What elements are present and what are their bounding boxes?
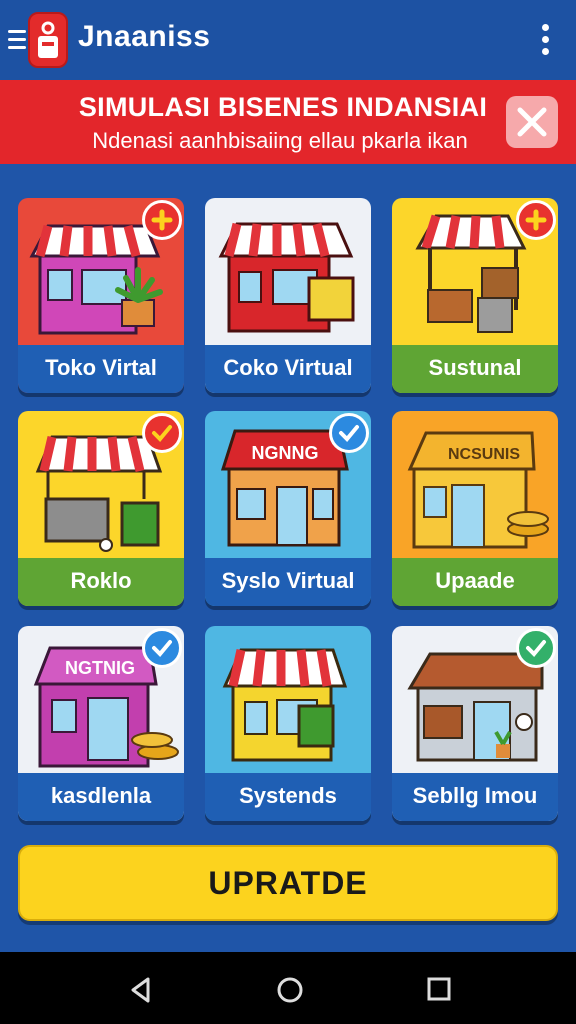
banner-title: SIMULASI BISENES INDANSIAI <box>78 92 488 122</box>
store-sign-text: NGNNG <box>252 443 319 463</box>
hamburger-menu-icon[interactable] <box>8 30 30 50</box>
business-card[interactable]: NGTNIG kasdlenla <box>18 626 184 821</box>
business-grid: Toko Virtal Coko Virtual Sustunal Roklo … <box>18 198 558 821</box>
add-badge-icon[interactable] <box>142 200 182 240</box>
checked-badge-icon <box>142 413 182 453</box>
banner-close-button[interactable] <box>506 96 558 148</box>
store-sign-text: NGTNIG <box>65 658 135 678</box>
business-card[interactable]: Sustunal <box>392 198 558 393</box>
business-card-label: Upaade <box>392 558 558 606</box>
business-card-label: Syslo Virtual <box>205 558 371 606</box>
banner-subtitle: Ndenasi aanhbisaiing ellau pkarla ikan <box>92 128 468 153</box>
checked-badge-icon <box>516 628 556 668</box>
upgrade-button[interactable]: UPRATDE <box>18 845 558 921</box>
business-card[interactable]: Toko Virtal <box>18 198 184 393</box>
app-bar: Jnaaniss <box>0 0 576 80</box>
business-card-label: Toko Virtal <box>18 345 184 393</box>
more-vert-icon[interactable] <box>540 24 550 58</box>
business-card[interactable]: Systends <box>205 626 371 821</box>
business-card[interactable]: NCSUNIS Upaade <box>392 411 558 606</box>
business-card[interactable]: Coko Virtual <box>205 198 371 393</box>
shop-illustration <box>218 222 355 333</box>
close-icon <box>517 107 547 137</box>
business-card-label: kasdlenla <box>18 773 184 821</box>
checked-badge-icon <box>329 413 369 453</box>
promo-banner: SIMULASI BISENES INDANSIAI Ndenasi aanhb… <box>0 80 576 164</box>
add-badge-icon[interactable] <box>516 200 556 240</box>
business-card[interactable]: Sebllg Imou <box>392 626 558 821</box>
app-logo <box>28 12 68 68</box>
business-card-label: Coko Virtual <box>205 345 371 393</box>
system-nav-bar <box>0 952 576 1024</box>
business-card-label: Sebllg Imou <box>392 773 558 821</box>
business-card-label: Systends <box>205 773 371 821</box>
business-card[interactable]: Roklo <box>18 411 184 606</box>
checked-badge-icon <box>142 628 182 668</box>
business-card[interactable]: NGNNG Syslo Virtual <box>205 411 371 606</box>
back-triangle-icon[interactable] <box>128 976 154 1004</box>
home-circle-icon[interactable] <box>276 976 304 1004</box>
store-illustration: NCSUNIS <box>407 431 549 549</box>
business-card-label: Roklo <box>18 558 184 606</box>
shop-illustration <box>222 648 348 762</box>
app-title: Jnaaniss <box>78 20 211 53</box>
recents-square-icon[interactable] <box>426 976 452 1002</box>
business-card-label: Sustunal <box>392 345 558 393</box>
store-sign-text: NCSUNIS <box>448 446 520 463</box>
